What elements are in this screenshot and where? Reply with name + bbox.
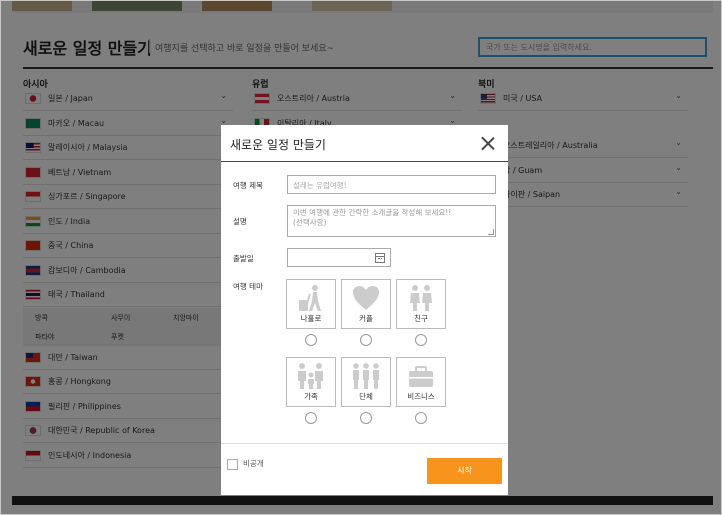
private-checkbox[interactable] — [227, 459, 238, 470]
theme-option-1[interactable]: 나홀로 — [286, 279, 336, 329]
theme-label-text: 친구 — [414, 314, 428, 323]
theme-label-text: 비즈니스 — [407, 392, 435, 401]
theme-radio[interactable] — [415, 412, 427, 424]
description-placeholder-line1: 이번 여행에 관한 간략한 소개글을 작성해 보세요!! — [293, 208, 452, 217]
theme-radio[interactable] — [305, 334, 317, 346]
theme-label-text: 단체 — [359, 392, 373, 401]
trip-title-label: 여행 제목 — [233, 181, 263, 190]
bottom-bar — [12, 496, 713, 505]
theme-label-text: 가족 — [304, 392, 318, 401]
description-placeholder-line2: (선택사항) — [293, 218, 327, 227]
calendar-icon[interactable] — [375, 253, 385, 263]
private-label: 비공개 — [243, 459, 264, 468]
theme-radio[interactable] — [360, 334, 372, 346]
resize-handle-icon[interactable] — [488, 229, 494, 235]
theme-label-text: 커플 — [359, 314, 373, 323]
start-button[interactable]: 시작 — [427, 458, 502, 484]
description-textarea[interactable]: 이번 여행에 관한 간략한 소개글을 작성해 보세요!! (선택사항) — [287, 205, 496, 237]
trip-title-input[interactable]: 설레는 유럽여행! — [287, 175, 496, 194]
description-label: 설명 — [233, 217, 247, 226]
theme-radio[interactable] — [360, 412, 372, 424]
close-icon[interactable] — [479, 135, 497, 153]
theme-radio[interactable] — [305, 412, 317, 424]
theme-option-2[interactable]: 커플 — [341, 279, 391, 329]
theme-label-text: 나홀로 — [300, 314, 322, 323]
app-frame: 새로운 일정 만들기 여행지를 선택하고 바로 일정을 만들어 보세요~ 국가 … — [0, 0, 722, 515]
departure-date-input[interactable] — [287, 248, 391, 267]
dialog-header-divider — [221, 161, 508, 162]
dialog-footer-divider — [221, 443, 508, 444]
departure-date-label: 출발일 — [233, 254, 254, 263]
theme-option-4[interactable]: 가족 — [286, 357, 336, 407]
theme-radio[interactable] — [415, 334, 427, 346]
dialog-title: 새로운 일정 만들기 — [230, 138, 326, 152]
theme-option-3[interactable]: 친구 — [396, 279, 446, 329]
theme-option-5[interactable]: 단체 — [341, 357, 391, 407]
theme-option-6[interactable]: 비즈니스 — [396, 357, 446, 407]
new-trip-dialog: 새로운 일정 만들기 여행 제목 설레는 유럽여행! 설명 이번 여행에 관한 … — [221, 125, 508, 495]
theme-label: 여행 테마 — [233, 282, 263, 291]
